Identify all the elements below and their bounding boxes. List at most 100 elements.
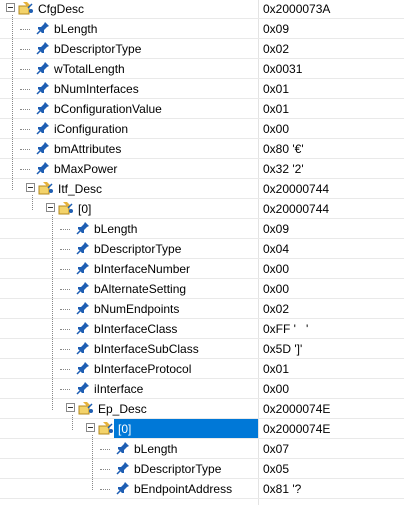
node-name: bLength [134, 442, 178, 456]
collapse-toggle-icon[interactable] [66, 403, 75, 412]
node-name: [0] [78, 202, 92, 216]
node-value[interactable]: 0x5D ']' [263, 342, 302, 356]
node-value[interactable]: 0x00 [263, 382, 289, 396]
tree-node-field[interactable]: bmAttributes 0x80 '€' [0, 139, 404, 159]
node-value[interactable]: 0x07 [263, 442, 289, 456]
collapse-toggle-icon[interactable] [46, 203, 55, 212]
tree-connector [60, 329, 70, 330]
tree-node-field[interactable]: bAlternateSetting 0x00 [0, 279, 404, 299]
name-cell: CfgDesc [0, 0, 258, 18]
tree-guide-line [12, 15, 13, 190]
collapse-toggle-icon[interactable] [26, 183, 35, 192]
name-cell: iConfiguration [0, 119, 258, 138]
name-cell: bDescriptorType [0, 39, 258, 58]
name-cell: bmAttributes [0, 139, 258, 158]
tree-node-struct[interactable]: [0] 0x2000074E [0, 419, 404, 439]
tree-node-field[interactable]: bInterfaceNumber 0x00 [0, 259, 404, 279]
node-value[interactable]: 0x2000073A [263, 2, 330, 16]
pin-icon [76, 381, 90, 395]
name-cell: bInterfaceNumber [0, 259, 258, 278]
name-cell: bConfigurationValue [0, 99, 258, 118]
pin-icon [76, 241, 90, 255]
node-value[interactable]: 0x01 [263, 82, 289, 96]
node-value[interactable]: 0x2000074E [263, 402, 330, 416]
node-value[interactable]: 0x2000074E [263, 422, 330, 436]
node-value[interactable]: 0x32 '2' [263, 162, 304, 176]
node-value[interactable]: 0x01 [263, 362, 289, 376]
tree-connector [60, 249, 70, 250]
selection-highlight: [0] [114, 419, 258, 438]
node-value[interactable]: 0x80 '€' [263, 142, 304, 156]
tree-connector [20, 69, 30, 70]
pin-icon [36, 81, 50, 95]
name-cell: Itf_Desc [0, 179, 258, 198]
tree-node-field[interactable]: bLength 0x09 [0, 19, 404, 39]
collapse-toggle-icon[interactable] [86, 423, 95, 432]
tree-node-field[interactable]: bInterfaceProtocol 0x01 [0, 359, 404, 379]
node-value[interactable]: 0x00 [263, 122, 289, 136]
name-cell: bLength [0, 439, 258, 458]
tree-node-field[interactable]: bDescriptorType 0x04 [0, 239, 404, 259]
tree-connector [20, 129, 30, 130]
tree-node-struct[interactable]: CfgDesc 0x2000073A [0, 0, 404, 19]
collapse-toggle-icon[interactable] [6, 3, 15, 12]
node-value[interactable]: 0x04 [263, 242, 289, 256]
name-cell: bInterfaceProtocol [0, 359, 258, 378]
node-value[interactable]: 0xFF ' ' [263, 322, 308, 336]
node-value[interactable]: 0x20000744 [263, 202, 329, 216]
name-cell: bLength [0, 19, 258, 38]
node-name: wTotalLength [54, 62, 125, 76]
node-value[interactable]: 0x0031 [263, 62, 302, 76]
node-value[interactable]: 0x02 [263, 42, 289, 56]
node-value[interactable]: 0x00 [263, 282, 289, 296]
struct-folder-icon [18, 1, 34, 15]
tree-node-field[interactable]: iConfiguration 0x00 [0, 119, 404, 139]
tree-node-struct[interactable]: Itf_Desc 0x20000744 [0, 179, 404, 199]
node-name: iInterface [94, 382, 144, 396]
tree-node-field[interactable]: bConfigurationValue 0x01 [0, 99, 404, 119]
node-value[interactable]: 0x09 [263, 22, 289, 36]
tree-node-field[interactable]: bMaxPower 0x32 '2' [0, 159, 404, 179]
tree-node-field[interactable]: wTotalLength 0x0031 [0, 59, 404, 79]
pin-icon [116, 461, 130, 475]
tree-node-field[interactable]: bEndpointAddress 0x81 '? [0, 479, 404, 499]
struct-folder-icon [78, 401, 94, 415]
tree-node-field[interactable]: bNumInterfaces 0x01 [0, 79, 404, 99]
node-value[interactable]: 0x02 [263, 302, 289, 316]
node-value[interactable]: 0x05 [263, 462, 289, 476]
tree-connector [20, 49, 30, 50]
node-value[interactable]: 0x81 '? [263, 482, 301, 496]
node-name: bInterfaceClass [94, 322, 178, 336]
node-value[interactable]: 0x00 [263, 262, 289, 276]
row-separator [0, 498, 404, 499]
pin-icon [76, 281, 90, 295]
tree-node-struct[interactable]: Ep_Desc 0x2000074E [0, 399, 404, 419]
name-cell: bDescriptorType [0, 459, 258, 478]
tree-connector [60, 369, 70, 370]
name-cell: [0] [0, 199, 258, 218]
node-name: CfgDesc [38, 2, 85, 16]
node-name: bInterfaceNumber [94, 262, 191, 276]
tree-node-field[interactable]: bLength 0x07 [0, 439, 404, 459]
node-name: bAlternateSetting [94, 282, 187, 296]
tree-node-field[interactable]: bInterfaceClass 0xFF ' ' [0, 319, 404, 339]
tree-guide-line [92, 435, 93, 490]
node-value[interactable]: 0x01 [263, 102, 289, 116]
pin-icon [76, 361, 90, 375]
node-name: bDescriptorType [94, 242, 182, 256]
tree-node-field[interactable]: bDescriptorType 0x05 [0, 459, 404, 479]
pin-icon [36, 101, 50, 115]
node-name: bMaxPower [54, 162, 118, 176]
struct-folder-icon [98, 421, 114, 435]
node-value[interactable]: 0x09 [263, 222, 289, 236]
tree-node-field[interactable]: bNumEndpoints 0x02 [0, 299, 404, 319]
node-value[interactable]: 0x20000744 [263, 182, 329, 196]
tree-node-struct[interactable]: [0] 0x20000744 [0, 199, 404, 219]
pin-icon [76, 341, 90, 355]
tree-connector [60, 349, 70, 350]
tree-node-field[interactable]: bDescriptorType 0x02 [0, 39, 404, 59]
tree-node-field[interactable]: iInterface 0x00 [0, 379, 404, 399]
tree-node-field[interactable]: bInterfaceSubClass 0x5D ']' [0, 339, 404, 359]
tree-guide-line [32, 195, 33, 210]
tree-node-field[interactable]: bLength 0x09 [0, 219, 404, 239]
